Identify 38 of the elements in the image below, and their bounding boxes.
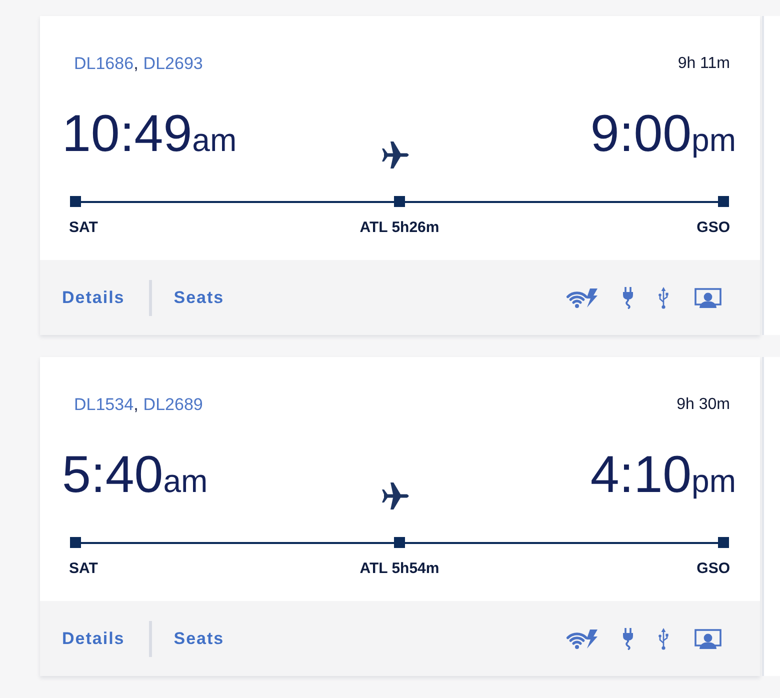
stop-marker-icon xyxy=(70,196,81,207)
flight-number-separator: , xyxy=(134,395,138,415)
flight-duration: 9h 30m xyxy=(676,395,730,415)
departure-time: 10:49am xyxy=(62,104,238,165)
stop-marker-icon xyxy=(70,537,81,548)
flight-number-link[interactable]: DL2693 xyxy=(143,54,203,74)
arrival-time: 9:00pm xyxy=(590,104,736,165)
plug-icon xyxy=(623,286,633,308)
flight-number-separator: , xyxy=(134,54,138,74)
stop-label: GSO xyxy=(696,219,730,237)
screen-person-icon xyxy=(694,628,722,648)
wifi-bolt-icon xyxy=(566,288,598,308)
stop-label: GSO xyxy=(696,560,730,578)
arrival-time: 4:10pm xyxy=(590,445,736,506)
flight-number-link[interactable]: DL1534 xyxy=(74,395,134,415)
stop-label: SAT xyxy=(69,560,99,578)
stop-marker-icon xyxy=(718,196,729,207)
action-link[interactable]: Seats xyxy=(174,626,224,652)
action-link[interactable]: Details xyxy=(62,626,125,652)
airplane-icon xyxy=(381,141,411,169)
stop-marker-icon xyxy=(718,537,729,548)
usb-icon xyxy=(658,286,669,308)
stop-marker-icon xyxy=(394,537,405,548)
flight-number-link[interactable]: DL1686 xyxy=(74,54,134,74)
flight-number-link[interactable]: DL2689 xyxy=(143,395,203,415)
airplane-icon xyxy=(381,482,411,510)
screen-person-icon xyxy=(694,288,722,308)
stop-marker-icon xyxy=(394,196,405,207)
departure-time: 5:40am xyxy=(62,445,209,506)
stop-label: SAT xyxy=(69,219,99,237)
usb-icon xyxy=(658,628,669,650)
wifi-bolt-icon xyxy=(566,628,598,648)
stop-label: ATL 5h26m xyxy=(360,219,440,237)
stop-label: ATL 5h54m xyxy=(360,560,440,578)
action-link[interactable]: Details xyxy=(62,284,125,310)
plug-icon xyxy=(623,628,633,650)
flight-duration: 9h 11m xyxy=(678,54,730,74)
action-link[interactable]: Seats xyxy=(174,284,224,310)
